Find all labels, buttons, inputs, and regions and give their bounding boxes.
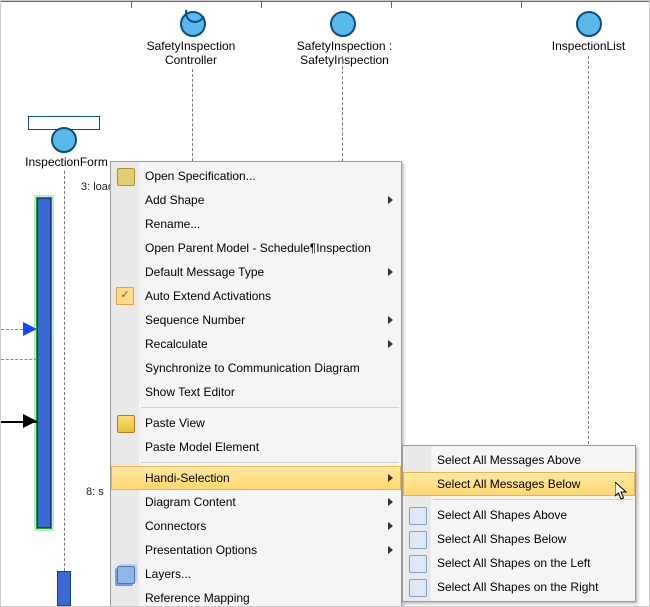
- menu-label: Open Parent Model - Schedule¶Inspection: [145, 241, 371, 255]
- spec-icon: [117, 168, 135, 186]
- menu-label: Select All Shapes Below: [437, 532, 566, 546]
- lifeline-controller-label: SafetyInspection Controller: [141, 39, 241, 67]
- menu-label: Select All Messages Below: [437, 477, 580, 491]
- return-arrow-2[interactable]: [1, 359, 37, 360]
- lifeline-inspectionlist-label: InspectionList: [531, 39, 646, 53]
- ruler: [1, 1, 650, 2]
- lifeline-inspectionform-head[interactable]: [51, 127, 77, 153]
- menu-label: Auto Extend Activations: [145, 289, 271, 303]
- menu-label: Default Message Type: [145, 265, 264, 279]
- menu-label: Recalculate: [145, 337, 208, 351]
- menu-label: Select All Shapes Above: [437, 508, 567, 522]
- menu-connectors[interactable]: Connectors: [111, 514, 401, 538]
- menu-label: Paste Model Element: [145, 440, 259, 454]
- menu-label: Layers...: [145, 567, 191, 581]
- menu-default-msg-type[interactable]: Default Message Type: [111, 260, 401, 284]
- submenu-arrow-icon: [388, 196, 393, 204]
- menu-show-text-editor[interactable]: Show Text Editor: [111, 380, 401, 404]
- menu-layers[interactable]: Layers...: [111, 562, 401, 586]
- lifeline-safetyinspection-dash: [342, 56, 343, 161]
- submenu-arrow-icon: [388, 316, 393, 324]
- arrow-head-1: [23, 322, 37, 336]
- menu-label: Open Specification...: [145, 169, 256, 183]
- menu-add-shape[interactable]: Add Shape: [111, 188, 401, 212]
- sequence-diagram-canvas[interactable]: SafetyInspection Controller SafetyInspec…: [0, 0, 650, 607]
- activation-selected[interactable]: [37, 198, 51, 528]
- submenu-arrow-icon: [388, 522, 393, 530]
- menu-label: Reference Mapping: [145, 591, 250, 605]
- submenu-arrow-icon: [388, 268, 393, 276]
- menu-label: Select All Shapes on the Left: [437, 556, 590, 570]
- menu-reference-mapping[interactable]: Reference Mapping: [111, 586, 401, 607]
- submenu-shapes-left[interactable]: Select All Shapes on the Left: [403, 551, 635, 575]
- menu-label: Presentation Options: [145, 543, 257, 557]
- menu-label: Select All Shapes on the Right: [437, 580, 598, 594]
- arrow-head-2: [23, 414, 37, 428]
- lifeline-inspectionlist-head[interactable]: [576, 11, 602, 37]
- shapes-icon: [409, 507, 427, 525]
- menu-label: Show Text Editor: [145, 385, 235, 399]
- layers-icon: [117, 566, 135, 584]
- paste-icon: [117, 415, 135, 433]
- submenu-arrow-icon: [388, 340, 393, 348]
- menu-separator: [141, 462, 399, 463]
- shapes-icon: [409, 531, 427, 549]
- menu-label: Diagram Content: [145, 495, 236, 509]
- handi-selection-submenu[interactable]: Select All Messages Above Select All Mes…: [402, 445, 636, 602]
- menu-paste-view[interactable]: Paste View: [111, 411, 401, 435]
- menu-handi-selection[interactable]: Handi-Selection: [111, 466, 401, 490]
- menu-auto-extend[interactable]: ✓ Auto Extend Activations: [111, 284, 401, 308]
- context-menu[interactable]: Open Specification... Add Shape Rename..…: [110, 161, 402, 607]
- check-icon: ✓: [116, 287, 134, 305]
- menu-open-specification[interactable]: Open Specification...: [111, 164, 401, 188]
- menu-open-parent[interactable]: Open Parent Model - Schedule¶Inspection: [111, 236, 401, 260]
- submenu-arrow-icon: [388, 498, 393, 506]
- submenu-all-messages-above[interactable]: Select All Messages Above: [403, 448, 635, 472]
- shapes-icon: [409, 579, 427, 597]
- menu-recalculate[interactable]: Recalculate: [111, 332, 401, 356]
- submenu-all-messages-below[interactable]: Select All Messages Below: [403, 472, 635, 496]
- menu-label: Handi-Selection: [145, 471, 230, 485]
- submenu-arrow-icon: [388, 546, 393, 554]
- lifeline-safetyinspection-head[interactable]: [330, 11, 356, 37]
- lifeline-inspectionform-dash: [64, 171, 65, 591]
- menu-sequence-number[interactable]: Sequence Number: [111, 308, 401, 332]
- menu-diagram-content[interactable]: Diagram Content: [111, 490, 401, 514]
- menu-separator: [141, 407, 399, 408]
- submenu-shapes-above[interactable]: Select All Shapes Above: [403, 503, 635, 527]
- menu-rename[interactable]: Rename...: [111, 212, 401, 236]
- menu-label: Connectors: [145, 519, 206, 533]
- message-8-label: 8: s: [86, 486, 104, 498]
- menu-label: Add Shape: [145, 193, 204, 207]
- menu-label: Paste View: [145, 416, 205, 430]
- menu-presentation-options[interactable]: Presentation Options: [111, 538, 401, 562]
- menu-label: Select All Messages Above: [437, 453, 581, 467]
- menu-sync-comm[interactable]: Synchronize to Communication Diagram: [111, 356, 401, 380]
- lifeline-safetyinspection-label: SafetyInspection : SafetyInspection: [257, 39, 432, 67]
- menu-label: Synchronize to Communication Diagram: [145, 361, 360, 375]
- menu-label: Rename...: [145, 217, 200, 231]
- submenu-arrow-icon: [388, 474, 393, 482]
- activation-inspectionform[interactable]: [57, 571, 71, 606]
- submenu-shapes-below[interactable]: Select All Shapes Below: [403, 527, 635, 551]
- menu-separator: [433, 499, 633, 500]
- lifeline-controller-head[interactable]: [180, 11, 206, 37]
- shapes-icon: [409, 555, 427, 573]
- menu-label: Sequence Number: [145, 313, 245, 327]
- lifeline-inspectionlist-dash: [588, 56, 589, 444]
- lifeline-inspectionform-label: InspectionForm: [19, 155, 114, 169]
- menu-paste-model[interactable]: Paste Model Element: [111, 435, 401, 459]
- lifeline-controller-dash: [192, 69, 193, 161]
- submenu-shapes-right[interactable]: Select All Shapes on the Right: [403, 575, 635, 599]
